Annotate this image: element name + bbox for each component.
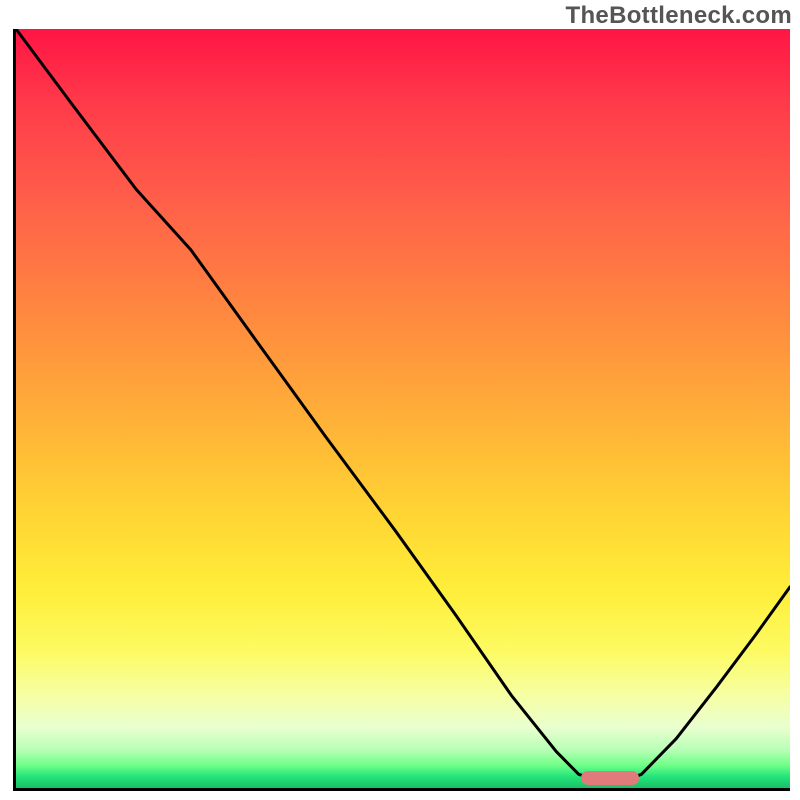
bottleneck-curve: [16, 29, 790, 780]
optimal-region-marker: [581, 771, 639, 785]
curve-layer: [16, 29, 790, 788]
chart-container: TheBottleneck.com: [0, 0, 800, 800]
plot-area: [13, 29, 790, 791]
watermark-text: TheBottleneck.com: [566, 2, 792, 30]
